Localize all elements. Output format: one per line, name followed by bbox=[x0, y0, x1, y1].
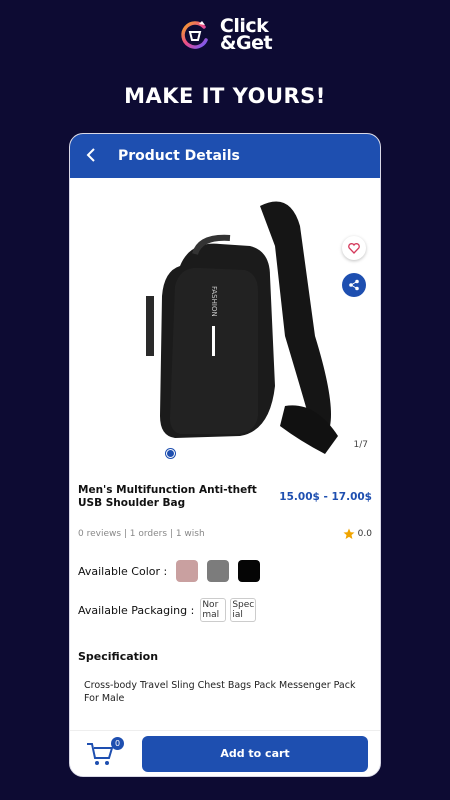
brand-name: Click &Get bbox=[219, 17, 273, 54]
cart-icon bbox=[87, 742, 114, 765]
cart-button[interactable]: 0 bbox=[70, 734, 130, 774]
heart-icon bbox=[348, 242, 360, 254]
color-label: Available Color : bbox=[78, 564, 168, 578]
rating: 0.0 bbox=[343, 528, 372, 540]
packaging-selector: Available Packaging : Nor mal Spec ial bbox=[78, 598, 372, 622]
specification-text: Cross-body Travel Sling Chest Bags Pack … bbox=[84, 680, 356, 704]
packaging-option-normal[interactable]: Nor mal bbox=[200, 598, 227, 622]
product-image-gallery[interactable]: FASHION bbox=[70, 178, 380, 470]
top-app-bar: Product Details bbox=[70, 134, 380, 178]
chevron-left-icon[interactable] bbox=[86, 146, 118, 167]
share-icon bbox=[349, 279, 359, 291]
pagination-dot[interactable] bbox=[181, 449, 190, 458]
svg-text:FASHION: FASHION bbox=[210, 286, 218, 317]
add-to-cart-button[interactable]: Add to cart bbox=[142, 735, 368, 772]
star-icon bbox=[343, 528, 355, 539]
rating-value: 0.0 bbox=[357, 529, 372, 539]
product-info: Men's Multifunction Anti-theft USB Shoul… bbox=[70, 470, 380, 705]
share-button[interactable] bbox=[342, 273, 366, 297]
specification-heading: Specification bbox=[78, 650, 159, 663]
product-stats: 0 reviews | 1 orders | 1 wish bbox=[78, 529, 205, 539]
page-title: Product Details bbox=[118, 148, 240, 164]
color-selector: Available Color : bbox=[78, 560, 372, 582]
tagline: MAKE IT YOURS! bbox=[124, 84, 326, 108]
pagination-dot[interactable] bbox=[226, 449, 235, 458]
color-swatch-black[interactable] bbox=[238, 560, 261, 582]
brand-line-2: &Get bbox=[219, 32, 273, 54]
bottom-action-bar: 0 Add to cart bbox=[70, 730, 380, 776]
image-counter: 1/7 bbox=[353, 440, 368, 450]
pagination-dot[interactable] bbox=[241, 449, 250, 458]
packaging-label: Available Packaging : bbox=[78, 603, 195, 617]
packaging-option-special[interactable]: Spec ial bbox=[230, 598, 257, 622]
pagination-dot[interactable] bbox=[196, 449, 205, 458]
cart-logo-icon bbox=[181, 21, 208, 49]
cart-count-badge: 0 bbox=[111, 736, 124, 750]
brand-logo: Click &Get bbox=[0, 17, 450, 54]
color-swatch-pink[interactable] bbox=[176, 560, 199, 582]
image-pagination-dots[interactable] bbox=[166, 449, 265, 458]
product-image: FASHION bbox=[146, 201, 338, 454]
phone-frame: Product Details FASHION 1/7 Men's Multif… bbox=[69, 133, 381, 777]
pagination-dot-active[interactable] bbox=[166, 449, 175, 458]
pagination-dot[interactable] bbox=[256, 449, 265, 458]
color-swatch-gray[interactable] bbox=[207, 560, 230, 582]
pagination-dot[interactable] bbox=[211, 449, 220, 458]
product-name: Men's Multifunction Anti-theft USB Shoul… bbox=[78, 484, 257, 509]
product-price: 15.00$ - 17.00$ bbox=[279, 491, 372, 503]
favorite-button[interactable] bbox=[342, 236, 366, 260]
